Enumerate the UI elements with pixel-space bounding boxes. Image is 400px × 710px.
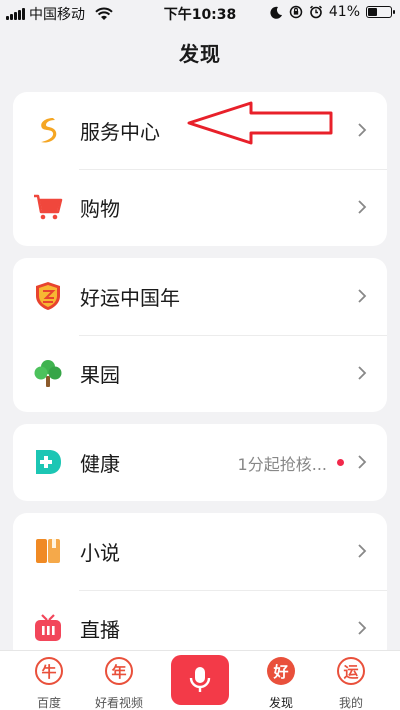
baidu-badge-icon: 牛	[35, 657, 63, 685]
chevron-right-icon	[358, 455, 367, 469]
list-item-orchard[interactable]: 果园	[13, 335, 387, 412]
chevron-right-icon	[358, 544, 367, 558]
card-features: 好运中国年 果园	[13, 258, 387, 412]
haokan-badge-text: 年	[111, 663, 126, 681]
battery-icon	[366, 6, 395, 18]
shopping-cart-icon	[34, 194, 63, 220]
battery-percent: 41%	[328, 4, 360, 20]
tab-haokan-video[interactable]: 年 好看视频	[84, 655, 154, 710]
page-title: 发现	[179, 42, 221, 66]
live-label: 直播	[80, 618, 120, 642]
discover-badge-text: 好	[272, 663, 288, 681]
mine-badge-icon: 运	[337, 657, 365, 685]
orchard-label: 果园	[80, 363, 120, 387]
chevron-right-icon	[358, 366, 367, 380]
list-item-health[interactable]: 健康 1分起抢核...	[13, 424, 387, 501]
book-icon	[36, 539, 60, 563]
chevron-right-icon	[358, 621, 367, 635]
tab-mine-label: 我的	[338, 696, 363, 710]
tab-bar: 牛 百度 年 好看视频 好 发现 运 我的	[0, 650, 400, 710]
list-item-novel[interactable]: 小说	[13, 513, 387, 590]
lucky-badge-icon	[36, 282, 60, 310]
status-bar: 中国移动 下午10:38 41%	[0, 0, 400, 26]
tab-mine[interactable]: 运 我的	[316, 655, 386, 710]
moon-icon	[270, 6, 282, 19]
mine-badge-text: 运	[343, 663, 358, 681]
shopping-label: 购物	[80, 197, 120, 221]
tab-discover[interactable]: 好 发现	[246, 655, 316, 710]
chevron-right-icon	[358, 200, 367, 214]
lucky-year-label: 好运中国年	[80, 286, 180, 310]
health-label: 健康	[80, 452, 120, 476]
service-center-label: 服务中心	[80, 120, 160, 144]
alarm-icon	[309, 5, 322, 19]
orientation-lock-icon	[289, 5, 303, 19]
microphone-icon	[189, 667, 211, 692]
chevron-right-icon	[358, 289, 367, 303]
health-icon	[36, 450, 61, 474]
health-note: 1分起抢核...	[238, 451, 344, 475]
card-media: 小说 直播	[13, 513, 387, 663]
service-center-icon	[41, 118, 57, 143]
chevron-right-icon	[358, 123, 367, 137]
haokan-badge-icon: 年	[105, 657, 133, 685]
battery-fill	[368, 8, 377, 16]
tab-haokan-label: 好看视频	[94, 696, 143, 710]
annotation-arrow-icon	[187, 101, 333, 145]
voice-search-button[interactable]	[171, 655, 229, 705]
notification-dot	[337, 459, 344, 466]
live-tv-icon	[35, 614, 61, 641]
list-item-shopping[interactable]: 购物	[13, 169, 387, 246]
health-note-text: 1分起抢核...	[237, 454, 327, 474]
tab-discover-label: 发现	[268, 696, 293, 710]
novel-label: 小说	[80, 541, 120, 565]
list-item-lucky-year[interactable]: 好运中国年	[13, 258, 387, 335]
status-right: 41%	[270, 4, 395, 20]
tree-icon	[34, 360, 62, 387]
tab-baidu-label: 百度	[36, 696, 61, 710]
tab-baidu[interactable]: 牛 百度	[14, 655, 84, 710]
baidu-badge-text: 牛	[41, 663, 56, 681]
discover-badge-icon: 好	[267, 657, 295, 685]
card-health: 健康 1分起抢核...	[13, 424, 387, 501]
